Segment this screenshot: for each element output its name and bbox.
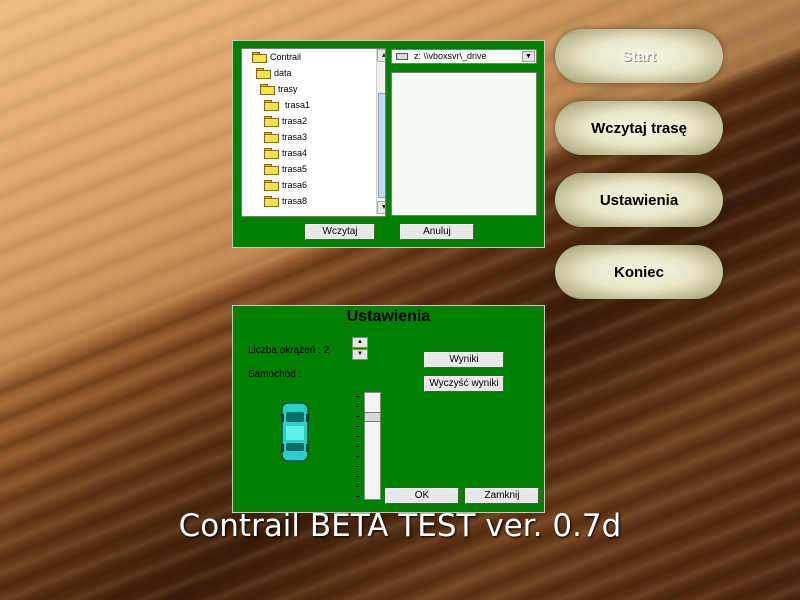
slider-tick — [356, 436, 360, 437]
settings-dialog: Ustawienia Liczba okrążeń : 2 ▲ ▼ Samoch… — [232, 305, 545, 513]
clear-results-button[interactable]: Wyczyść wyniki — [424, 376, 504, 392]
track-load-dialog: Contrail data trasy trasa1 trasa2 trasa3… — [232, 40, 545, 248]
scroll-thumb[interactable] — [378, 93, 385, 198]
car-label: Samochód : — [248, 369, 302, 380]
settings-button[interactable]: Ustawienia — [555, 173, 723, 227]
start-button[interactable]: Start — [555, 29, 723, 83]
tree-item-contrail[interactable]: Contrail — [252, 50, 301, 64]
laps-label: Liczba okrążeń : 2 — [248, 345, 330, 356]
folder-icon — [264, 116, 279, 127]
tree-scrollbar[interactable]: ▲ ▼ — [376, 49, 385, 214]
laps-up-icon[interactable]: ▲ — [352, 337, 368, 348]
folder-tree[interactable]: Contrail data trasy trasa1 trasa2 trasa3… — [241, 48, 386, 217]
folder-icon — [264, 196, 279, 207]
scroll-up-icon[interactable]: ▲ — [377, 49, 385, 62]
tree-item-data[interactable]: data — [256, 66, 292, 80]
folder-icon — [264, 164, 279, 175]
load-button[interactable]: Wczytaj — [305, 224, 375, 240]
slider-tick — [356, 486, 360, 487]
slider-tick — [356, 466, 360, 467]
slider-tick — [356, 446, 360, 447]
settings-title: Ustawienia — [346, 308, 431, 325]
cancel-button[interactable]: Anuluj — [400, 224, 474, 240]
car-preview — [281, 402, 309, 462]
tree-item-trasa4[interactable]: trasa4 — [264, 146, 307, 160]
close-button[interactable]: Zamknij — [465, 488, 539, 504]
ok-button[interactable]: OK — [385, 488, 459, 504]
folder-open-icon — [256, 68, 271, 79]
folder-icon — [264, 100, 279, 111]
tree-item-trasa1[interactable]: trasa1 — [242, 98, 366, 112]
folder-icon — [264, 132, 279, 143]
tree-item-trasa6[interactable]: trasa6 — [264, 178, 307, 192]
car-slider-thumb[interactable] — [364, 412, 381, 422]
slider-tick — [356, 496, 360, 497]
tree-item-trasy[interactable]: trasy — [260, 82, 298, 96]
folder-open-icon — [252, 52, 267, 63]
tree-item-trasa3[interactable]: trasa3 — [264, 130, 307, 144]
tree-item-trasa8[interactable]: trasa8 — [264, 194, 307, 208]
drive-select[interactable]: z: \\vboxsvr\_drive ▼ — [391, 49, 537, 64]
slider-tick — [356, 476, 360, 477]
car-slider[interactable] — [364, 392, 381, 500]
tree-item-trasa5[interactable]: trasa5 — [264, 162, 307, 176]
chevron-down-icon[interactable]: ▼ — [522, 51, 535, 62]
folder-open-icon — [260, 84, 275, 95]
load-track-button[interactable]: Wczytaj trasę — [555, 101, 723, 155]
scroll-down-icon[interactable]: ▼ — [377, 201, 385, 214]
folder-icon — [264, 148, 279, 159]
slider-tick — [356, 426, 360, 427]
exit-button[interactable]: Koniec — [555, 245, 723, 299]
slider-tick — [356, 406, 360, 407]
version-footer: Contrail BETA TEST ver. 0.7d — [178, 508, 622, 544]
slider-tick — [356, 456, 360, 457]
results-button[interactable]: Wyniki — [424, 352, 504, 368]
tree-item-trasa2[interactable]: trasa2 — [264, 114, 307, 128]
laps-down-icon[interactable]: ▼ — [352, 349, 368, 360]
slider-tick — [356, 396, 360, 397]
folder-icon — [264, 180, 279, 191]
slider-tick — [356, 416, 360, 417]
drive-icon — [396, 53, 408, 60]
file-list[interactable] — [391, 72, 537, 216]
